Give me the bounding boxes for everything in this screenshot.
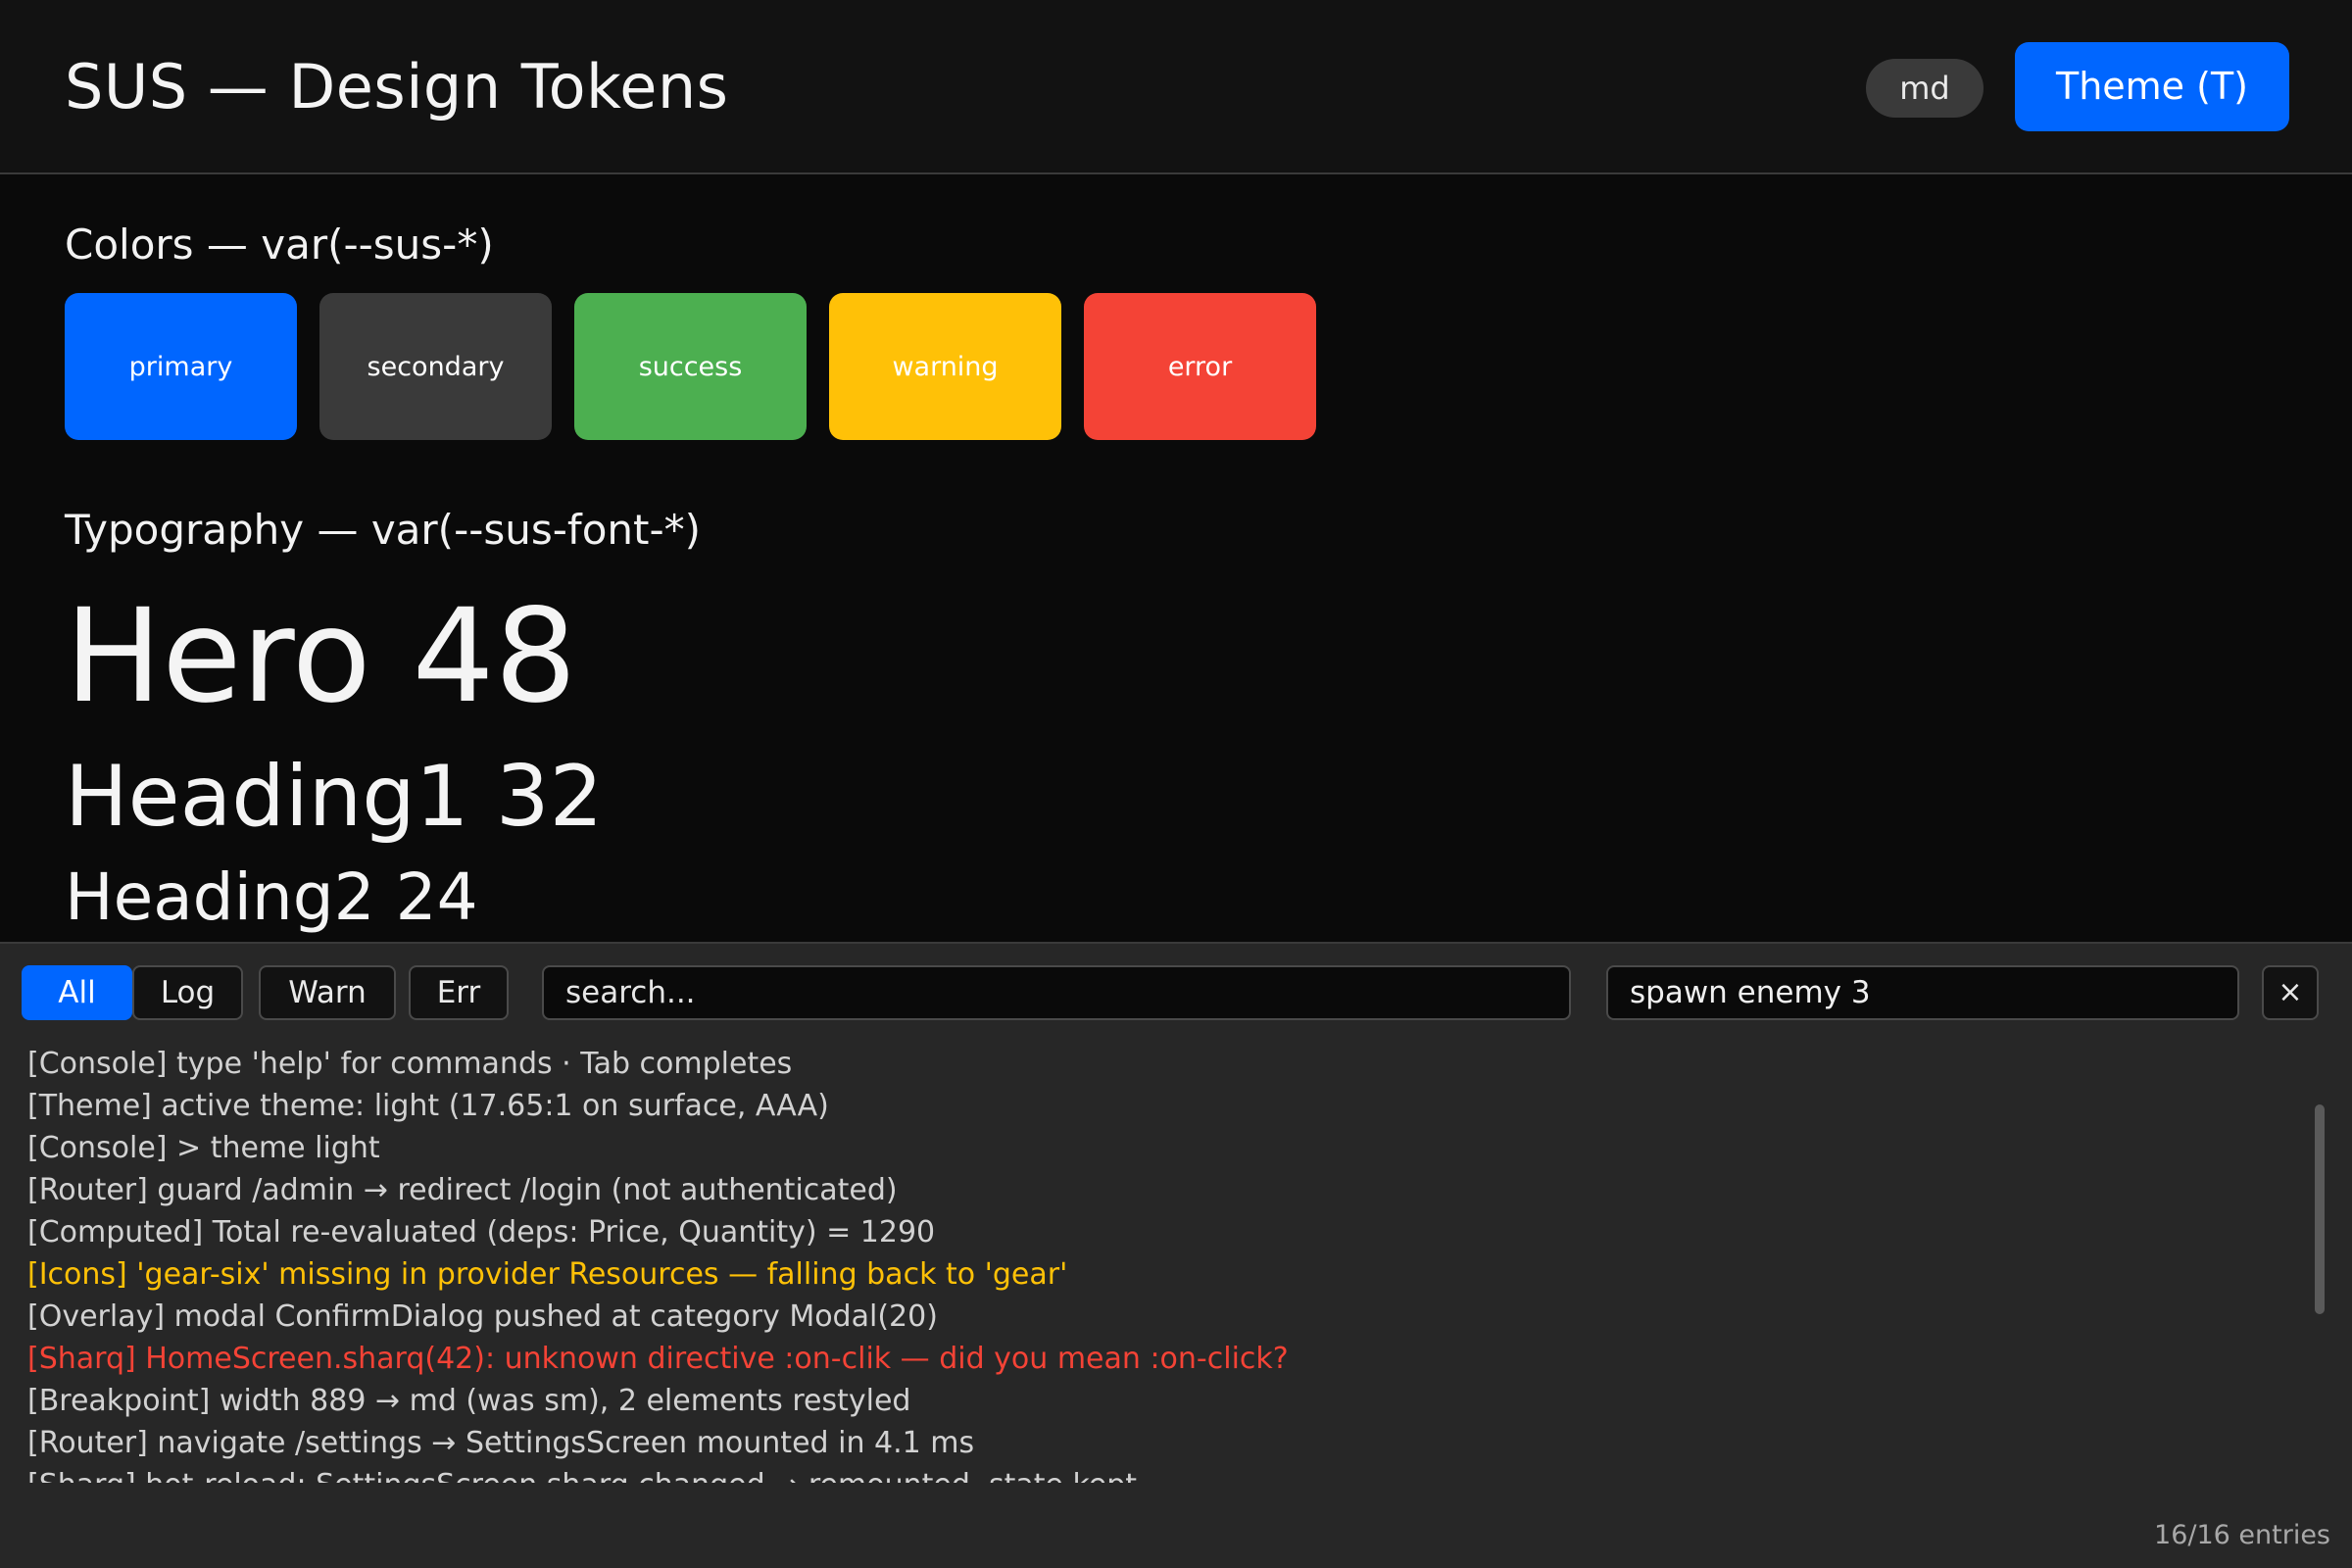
swatch-warning[interactable]: warning xyxy=(829,293,1061,440)
log-line: [Overlay] modal ConfirmDialog pushed at … xyxy=(27,1299,938,1334)
log-line: [Console] > theme light xyxy=(27,1131,380,1165)
close-icon[interactable]: × xyxy=(2262,965,2319,1020)
type-sample-heading2: Heading2 24 xyxy=(65,859,478,935)
filter-warn-button[interactable]: Warn xyxy=(259,965,396,1020)
log-line: [Router] navigate /settings → SettingsSc… xyxy=(27,1426,975,1460)
swatch-primary[interactable]: primary xyxy=(65,293,297,440)
page-title: SUS — Design Tokens xyxy=(65,51,729,122)
log-line: [Theme] active theme: light (17.65:1 on … xyxy=(27,1089,829,1123)
log-line: [Sharq] hot-reload: SettingsScreen.sharq… xyxy=(27,1464,2281,1483)
swatch-label: error xyxy=(1167,351,1233,382)
swatch-label: warning xyxy=(892,351,999,382)
console-scrollbar[interactable] xyxy=(2315,1104,2325,1314)
log-line: [Breakpoint] width 889 → md (was sm), 2 … xyxy=(27,1384,911,1418)
entry-count: 16/16 entries xyxy=(2154,1520,2330,1550)
filter-log-button[interactable]: Log xyxy=(132,965,243,1020)
log-line: [Computed] Total re-evaluated (deps: Pri… xyxy=(27,1215,936,1250)
filter-all-button[interactable]: All xyxy=(22,965,132,1020)
log-line-error: [Sharq] HomeScreen.sharq(42): unknown di… xyxy=(27,1342,1289,1376)
swatch-label: success xyxy=(638,351,743,382)
typography-section-title: Typography — var(--sus-font-*) xyxy=(65,506,702,554)
app-header: SUS — Design Tokens md Theme (T) xyxy=(0,0,2352,174)
log-line: [Console] type 'help' for commands · Tab… xyxy=(27,1047,793,1081)
log-line: [Router] guard /admin → redirect /login … xyxy=(27,1173,898,1207)
debug-console: All Log Warn Err × [Console] type 'help'… xyxy=(0,942,2352,1568)
log-line-warning: [Icons] 'gear-six' missing in provider R… xyxy=(27,1257,1068,1292)
breakpoint-badge: md xyxy=(1866,59,1984,118)
swatch-success[interactable]: success xyxy=(574,293,807,440)
swatch-error[interactable]: error xyxy=(1084,293,1316,440)
filter-err-button[interactable]: Err xyxy=(409,965,509,1020)
type-sample-heading1: Heading1 32 xyxy=(65,748,604,846)
type-sample-hero: Hero 48 xyxy=(65,581,577,732)
console-command-input[interactable] xyxy=(1606,965,2239,1020)
console-search-input[interactable] xyxy=(542,965,1571,1020)
theme-toggle-button[interactable]: Theme (T) xyxy=(2015,42,2289,131)
color-swatches: primary secondary success warning error xyxy=(65,293,1316,440)
swatch-secondary[interactable]: secondary xyxy=(319,293,552,440)
console-log-list: [Console] type 'help' for commands · Tab… xyxy=(27,1043,2281,1483)
swatch-label: primary xyxy=(128,351,233,382)
colors-section-title: Colors — var(--sus-*) xyxy=(65,220,494,269)
swatch-label: secondary xyxy=(367,351,505,382)
